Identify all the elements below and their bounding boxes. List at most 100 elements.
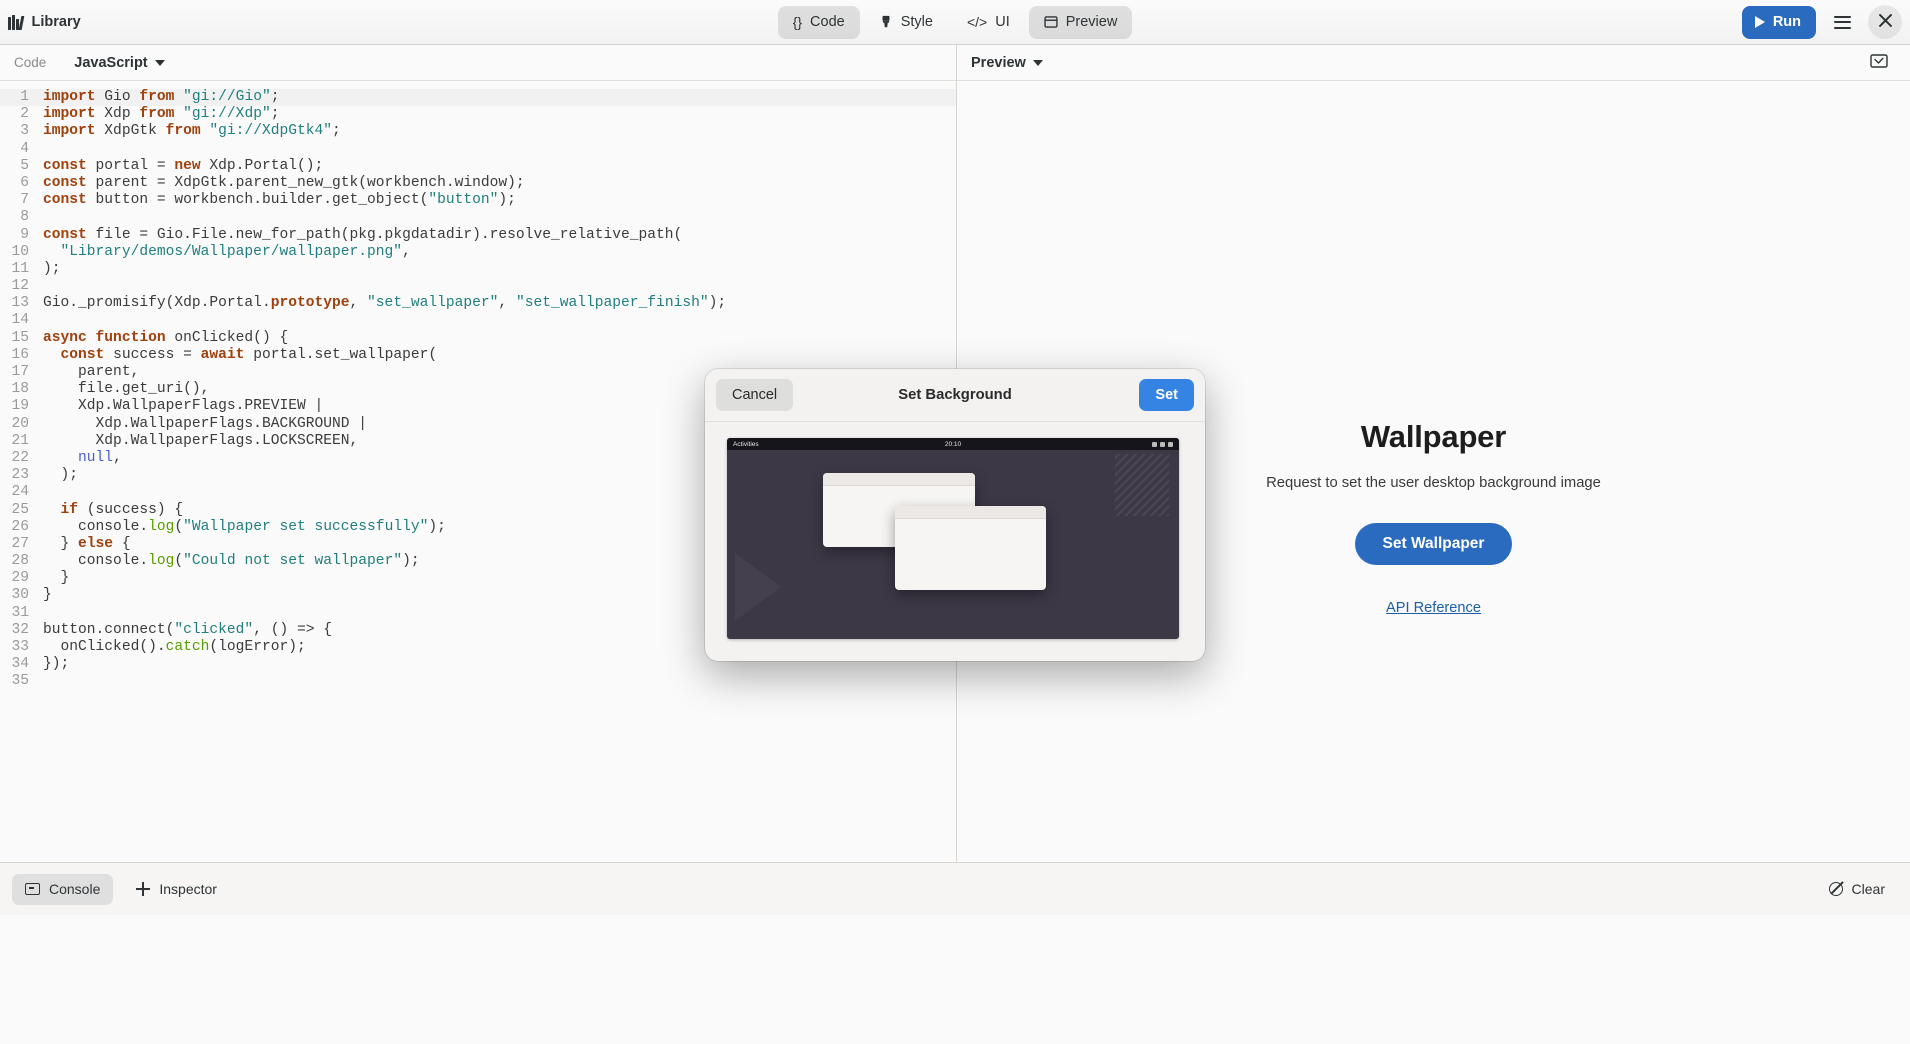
line-number: 4 [20, 140, 29, 157]
hamburger-menu-icon [1833, 15, 1851, 29]
bottom-bar: Console Inspector Clear [0, 862, 1910, 915]
close-icon [1878, 14, 1892, 30]
page-title: Wallpaper [1360, 419, 1507, 454]
code-line-source: "Library/demos/Wallpaper/wallpaper.png", [60, 243, 411, 260]
braces-icon: {} [792, 14, 803, 30]
line-number: 20 [11, 415, 29, 432]
line-number: 3 [20, 123, 29, 140]
wallpaper-hatch-shape [1115, 454, 1169, 516]
code-line-source: const success = await portal.set_wallpap… [60, 346, 438, 363]
code-line: 10 "Library/demos/Wallpaper/wallpaper.pn… [0, 244, 956, 261]
header-right: Run [1741, 5, 1902, 39]
line-number: 6 [20, 174, 29, 191]
code-line-source: Xdp.WallpaperFlags.PREVIEW | [43, 398, 324, 415]
dialog-cancel-button[interactable]: Cancel [716, 379, 794, 411]
line-number: 17 [11, 364, 29, 380]
code-line-source [29, 141, 43, 158]
code-line-source: null, [78, 449, 122, 466]
line-number: 33 [11, 639, 29, 655]
code-line: 8 [0, 209, 956, 226]
code-line-source: ); [43, 467, 79, 484]
line-number: 15 [11, 329, 29, 346]
code-line: 3 import XdpGtk from "gi://XdpGtk4"; [0, 123, 956, 140]
screenshot-button[interactable] [1862, 46, 1896, 80]
set-wallpaper-button[interactable]: Set Wallpaper [1354, 523, 1513, 565]
line-number: 10 [11, 243, 29, 260]
line-number: 21 [11, 432, 29, 449]
code-line: 13 Gio._promisify(Xdp.Portal.prototype, "… [0, 295, 956, 312]
line-number: 29 [11, 570, 29, 587]
run-button[interactable]: Run [1741, 5, 1816, 39]
language-dropdown[interactable]: JavaScript [74, 54, 165, 71]
line-number: 35 [11, 673, 29, 690]
code-line-source: Xdp.WallpaperFlags.LOCKSCREEN, [43, 432, 359, 449]
code-line: 1 import Gio from "gi://Gio"; [0, 89, 956, 106]
line-number: 16 [11, 346, 29, 363]
wallpaper-triangle-shape [735, 553, 781, 621]
code-line-source: } [43, 570, 70, 587]
code-line-source: onClicked().catch(logError); [43, 639, 306, 655]
preview-dropdown[interactable]: Preview [971, 55, 1043, 71]
code-line: 12 [0, 278, 956, 295]
code-line-source: if (success) { [60, 501, 184, 518]
code-line: 14 [0, 312, 956, 329]
dialog-body: Activities 20:10 [705, 422, 1205, 661]
library-books-icon [8, 14, 24, 30]
code-line-source [29, 209, 43, 226]
tab-preview[interactable]: Preview [1028, 5, 1133, 39]
api-reference-link[interactable]: API Reference [1386, 600, 1481, 616]
code-line-source [29, 312, 43, 329]
clear-button[interactable]: Clear [1816, 874, 1898, 905]
play-icon [1754, 16, 1765, 28]
tab-code[interactable]: {} Code [777, 5, 860, 39]
hamburger-menu-button[interactable] [1825, 5, 1859, 39]
desktop-topbar: Activities 20:10 [727, 438, 1179, 450]
line-number: 31 [11, 604, 29, 621]
line-number: 8 [20, 209, 29, 226]
code-line-source [29, 278, 43, 295]
code-line-source: Xdp.WallpaperFlags.BACKGROUND | [43, 415, 368, 432]
tab-style[interactable]: Style [864, 6, 948, 39]
line-number: 13 [11, 295, 29, 312]
bottom-bar-actions: Clear [1816, 874, 1898, 905]
line-number: 25 [11, 501, 29, 518]
clear-button-label: Clear [1851, 881, 1885, 897]
code-line: 7 const button = workbench.builder.get_ob… [0, 192, 956, 209]
inspector-tab[interactable]: Inspector [123, 874, 230, 905]
view-tabs: {} Code Style </> UI Preview [0, 5, 1910, 39]
line-number: 32 [11, 621, 29, 638]
code-line: 9 const file = Gio.File.new_for_path(pkg.… [0, 227, 956, 244]
chevron-down-icon [154, 59, 165, 66]
close-window-button[interactable] [1868, 5, 1902, 39]
line-number: 14 [11, 312, 29, 329]
language-dropdown-value: JavaScript [74, 54, 148, 71]
line-number: 1 [20, 89, 29, 105]
console-tab[interactable]: Console [12, 873, 114, 905]
code-line: 2 import Xdp from "gi://Xdp"; [0, 106, 956, 123]
code-line-source [29, 673, 43, 690]
code-line-source: import Xdp from "gi://Xdp"; [43, 106, 280, 123]
run-button-label: Run [1772, 14, 1801, 30]
line-number: 19 [11, 398, 29, 415]
code-line: 16 const success = await portal.set_wall… [0, 347, 956, 364]
line-number: 18 [11, 381, 29, 398]
header-left: Library [8, 14, 208, 30]
line-number: 27 [11, 535, 29, 552]
code-line: 5 const portal = new Xdp.Portal(); [0, 158, 956, 175]
chevron-down-icon [1032, 59, 1043, 66]
line-number: 23 [11, 467, 29, 484]
header-bar: Library {} Code Style </> UI Preview Run [0, 0, 1910, 45]
code-line-source: console.log("Could not set wallpaper"); [43, 553, 420, 570]
wallpaper-preview-image: Activities 20:10 [727, 438, 1179, 639]
app-title: Library [31, 14, 81, 30]
clear-icon [1825, 879, 1846, 899]
preview-header-actions [1862, 46, 1896, 80]
line-number: 28 [11, 553, 29, 570]
code-line: 35 [0, 673, 956, 690]
dialog-set-button[interactable]: Set [1139, 379, 1194, 411]
line-number: 30 [11, 587, 29, 604]
set-background-dialog: Cancel Set Background Set Activities 20:… [705, 369, 1205, 661]
tab-ui[interactable]: </> UI [952, 6, 1025, 39]
code-line-source [29, 484, 43, 501]
brush-icon [879, 15, 893, 29]
